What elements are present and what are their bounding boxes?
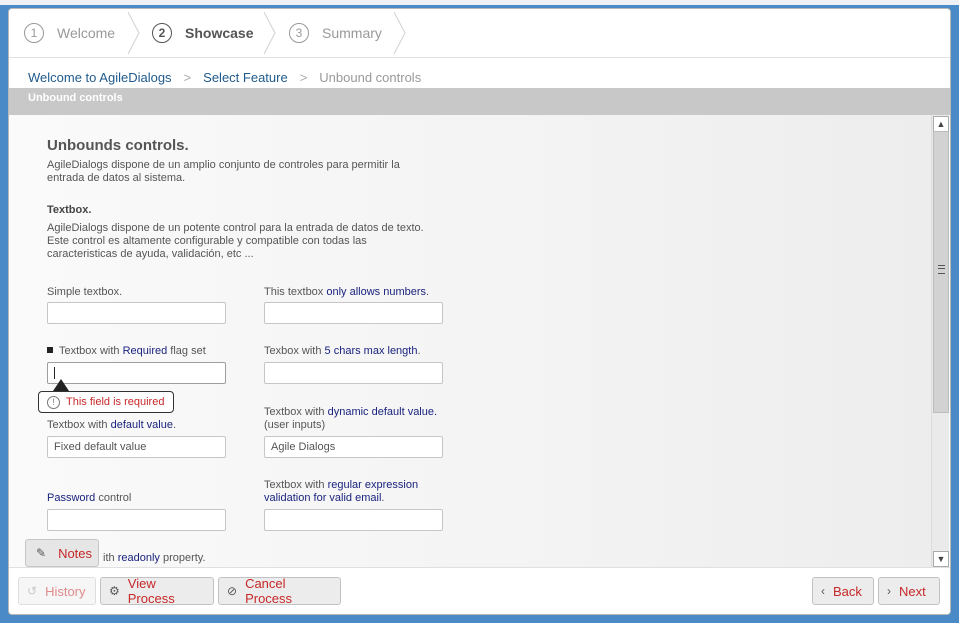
step-number: 2 [152, 23, 172, 43]
view-process-label: View Process [127, 576, 175, 606]
text-cursor [54, 367, 55, 379]
history-icon: ↺ [27, 584, 38, 598]
window-top-strip [0, 0, 959, 5]
breadcrumb-separator: > [183, 69, 192, 85]
exclamation-icon: ! [47, 395, 60, 409]
validation-tooltip: ! This field is required [38, 391, 175, 413]
numbers-textbox-label: This textbox only allows numbers. [264, 286, 430, 298]
content-panel: Unbounds controls. AgileDialogs dispone … [9, 115, 931, 567]
back-button[interactable]: ‹ Back [812, 577, 874, 605]
email-regex-textbox[interactable] [264, 509, 443, 531]
notes-label: Notes [58, 545, 93, 561]
wizard-steps: 1 Welcome 2 Showcase 3 Summary [9, 9, 950, 58]
view-process-button[interactable]: ⚙ View Process [100, 576, 214, 606]
step-number: 1 [24, 23, 44, 43]
validation-message: This field is required [66, 396, 165, 408]
intro-text: AgileDialogs dispone de un amplio conjun… [47, 159, 400, 184]
step-chevron-icon [393, 11, 406, 55]
chevron-right-icon: › [887, 584, 891, 598]
cancel-process-button[interactable]: ⊘ Cancel Process [218, 576, 341, 606]
notes-button[interactable]: ✎ Notes [25, 539, 99, 567]
vertical-scrollbar[interactable]: ▲ ▼ [931, 115, 949, 567]
textbox-heading: Textbox. [47, 204, 92, 216]
next-label: Next [899, 583, 926, 599]
breadcrumb-item-welcome[interactable]: Welcome to AgileDialogs [28, 70, 172, 85]
default-value-textbox[interactable]: Fixed default value [47, 436, 226, 458]
password-field[interactable] [47, 509, 226, 531]
step-label: Showcase [185, 25, 254, 41]
history-button[interactable]: ↺ History [18, 577, 96, 605]
cancel-icon: ⊘ [227, 584, 238, 598]
textbox-description: AgileDialogs dispone de un potente contr… [47, 222, 424, 260]
dynamic-default-textbox[interactable]: Agile Dialogs [264, 436, 443, 458]
tooltip-arrow [53, 379, 69, 391]
step-label: Welcome [57, 25, 116, 41]
breadcrumb-separator: > [299, 69, 308, 85]
next-button[interactable]: › Next [878, 577, 940, 605]
dialog-frame: 1 Welcome 2 Showcase 3 Summary Welcome t… [8, 8, 951, 615]
dynamic-default-label: Textbox with dynamic default value.(user… [264, 406, 438, 431]
wizard-step-summary[interactable]: 3 Summary [289, 9, 382, 57]
step-chevron-icon [127, 11, 140, 55]
section-title: Unbound controls [28, 92, 123, 104]
maxlength-textbox-label: Texbox with 5 chars max length. [264, 345, 421, 357]
simple-textbox-label: Simple textbox. [47, 286, 123, 298]
scroll-down-button[interactable]: ▼ [933, 551, 949, 567]
footer-toolbar: ↺ History ⚙ View Process ⊘ Cancel Proces… [9, 567, 950, 614]
history-label: History [45, 583, 86, 599]
cancel-process-label: Cancel Process [245, 576, 293, 606]
default-value-label: Textbox with default value. [47, 419, 177, 431]
process-icon: ⚙ [109, 584, 120, 598]
required-marker-icon [47, 347, 53, 353]
step-label: Summary [322, 25, 382, 41]
pencil-icon: ✎ [36, 546, 47, 560]
breadcrumb-item-current: Unbound controls [319, 69, 422, 85]
page-title: Unbounds controls. [47, 137, 189, 154]
section-title-bar: Unbound controls [9, 88, 950, 115]
breadcrumb-item-select-feature[interactable]: Select Feature [203, 70, 288, 85]
readonly-textbox-label: ith readonly property. [103, 552, 206, 564]
breadcrumb: Welcome to AgileDialogs > Select Feature… [28, 67, 421, 87]
grip-icon [938, 265, 945, 274]
regex-textbox-label: Textbox with regular expression validati… [264, 479, 419, 504]
scroll-up-button[interactable]: ▲ [933, 116, 949, 132]
password-label: Password control [47, 492, 132, 504]
chevron-left-icon: ‹ [821, 584, 825, 598]
back-label: Back [833, 583, 862, 599]
scroll-thumb[interactable] [933, 131, 949, 413]
step-chevron-icon [263, 11, 276, 55]
required-textbox[interactable] [47, 362, 226, 384]
maxlength-textbox[interactable] [264, 362, 443, 384]
wizard-step-welcome[interactable]: 1 Welcome [24, 9, 115, 57]
required-textbox-label: Textbox with Required flag set [47, 345, 206, 358]
simple-textbox[interactable] [47, 302, 226, 324]
step-number: 3 [289, 23, 309, 43]
wizard-step-showcase[interactable]: 2 Showcase [152, 9, 253, 57]
numbers-textbox[interactable] [264, 302, 443, 324]
